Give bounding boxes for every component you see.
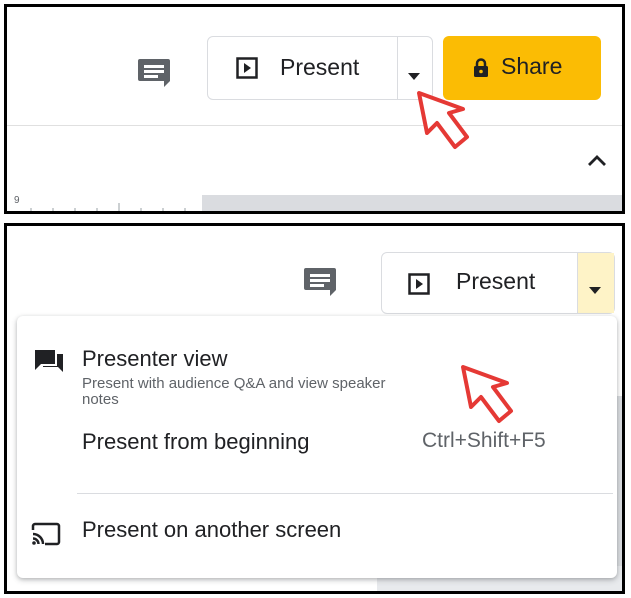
canvas-background — [202, 195, 622, 211]
present-button[interactable]: Present — [382, 253, 578, 313]
caret-down-icon — [589, 281, 601, 299]
present-button-group: Present — [207, 36, 433, 100]
present-button-label: Present — [280, 54, 360, 80]
menu-divider — [77, 493, 613, 494]
menu-item-label: Present from beginning — [82, 429, 310, 454]
present-play-icon — [408, 273, 430, 300]
present-options-menu: Presenter view Present with audience Q&A… — [17, 316, 617, 578]
caret-down-icon — [408, 67, 420, 85]
toolbar-divider — [7, 125, 622, 126]
mouse-cursor-icon — [415, 89, 481, 156]
share-button-label: Share — [501, 53, 563, 79]
present-button-group: Present — [381, 252, 615, 314]
top-panel: Present Share 9 — [4, 4, 625, 214]
menu-item-present-on-another-screen[interactable]: Present on another screen — [17, 514, 617, 558]
chevron-up-icon[interactable] — [587, 153, 607, 172]
comment-icon[interactable] — [303, 266, 337, 296]
menu-item-description: Present with audience Q&A and view speak… — [82, 375, 386, 408]
comment-icon[interactable] — [137, 57, 171, 87]
present-button-label: Present — [456, 268, 536, 294]
present-button[interactable]: Present — [208, 37, 398, 99]
bottom-panel: Present Presenter view Present with audi… — [4, 223, 625, 594]
present-options-dropdown[interactable] — [578, 253, 614, 313]
menu-item-label: Present on another screen — [82, 517, 342, 542]
present-play-icon — [236, 57, 258, 84]
lock-icon — [473, 58, 489, 83]
menu-item-presenter-view[interactable]: Presenter view Present with audience Q&A… — [17, 336, 617, 426]
presenter-view-icon — [33, 348, 65, 379]
keyboard-shortcut: Ctrl+Shift+F5 — [422, 429, 546, 452]
menu-item-label: Presenter view — [82, 346, 228, 371]
cast-icon — [31, 522, 61, 551]
menu-item-present-from-beginning[interactable]: Present from beginning Ctrl+Shift+F5 — [17, 426, 617, 470]
mouse-cursor-icon — [459, 363, 525, 430]
ruler: 9 — [7, 195, 202, 211]
